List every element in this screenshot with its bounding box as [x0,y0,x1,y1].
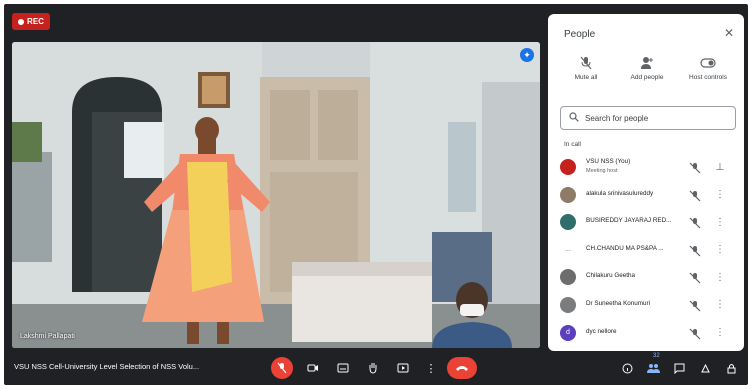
list-item[interactable]: Dr Suneetha Konumuri ⋮ [548,292,744,320]
participant-name: alakula srinivasulureddy [586,189,654,197]
recording-label: REC [27,17,44,26]
add-person-icon [639,56,655,70]
host-controls-button[interactable]: Host controls [678,56,738,96]
list-item[interactable]: ... CH.CHANDU MA PS&PA ... ⋮ [548,237,744,265]
lock-icon [727,363,735,373]
mute-all-button[interactable]: Mute all [556,56,616,96]
list-item[interactable]: Chilakuru Geetha ⋮ [548,264,744,292]
search-placeholder: Search for people [585,113,649,123]
toggle-icon [700,56,716,70]
avatar [560,186,576,203]
activities-button[interactable] [694,357,716,379]
mic-off-icon [578,56,594,70]
people-panel: People ✕ Mute all Add people Host contro… [548,14,744,351]
people-icon [646,363,660,373]
participant-name: VSU NSS (You) [586,158,631,165]
participant-name-label: Lakshmi Pallapati [20,333,75,340]
mic-off-icon[interactable] [689,244,701,257]
mic-off-icon[interactable] [689,327,701,339]
main-video-tile[interactable]: ✦ Lakshmi Pallapati [12,42,540,348]
mic-toggle-button[interactable] [271,357,293,379]
mute-all-label: Mute all [574,74,598,81]
chat-button[interactable] [668,357,690,379]
more-options-icon[interactable]: ⋮ [714,244,726,256]
video-camera-icon [307,364,318,372]
more-options-icon[interactable]: ⋮ [714,189,726,201]
avatar [560,159,576,175]
participant-name: Chilakuru Geetha [586,272,636,280]
add-people-button[interactable]: Add people [617,56,677,96]
more-options-icon[interactable]: ⋮ [714,327,726,339]
participant-role: Meeting host [586,168,618,174]
info-icon [622,363,632,373]
pin-participant-icon[interactable]: ⊥ [714,161,726,173]
host-controls-label: Host controls [689,74,727,81]
mic-off-icon[interactable] [689,299,701,312]
participant-name: dyc nellore [586,327,617,335]
more-options-icon[interactable]: ⋮ [714,271,726,283]
meeting-title: VSU NSS Cell-University Level Selection … [14,362,200,371]
participant-name: Dr Suneetha Konumuri [586,299,651,307]
captions-button[interactable] [332,357,354,379]
mic-off-icon[interactable] [689,161,701,174]
pin-icon[interactable]: ✦ [520,48,534,62]
avatar: d [560,324,576,341]
list-item[interactable]: alakula srinivasulureddy ⋮ [548,182,744,210]
host-controls-bar-button[interactable] [720,357,742,379]
participant-name: BUSIREDDY JAYARAJ RED... [586,217,672,225]
video-frame [12,42,540,348]
present-screen-icon [397,363,409,373]
captions-icon [337,363,349,373]
avatar: ... [560,241,576,258]
participant-name: CH.CHANDU MA PS&PA ... [586,244,664,252]
list-item[interactable]: VSU NSS (You) Meeting host ⊥ [548,154,744,182]
camera-toggle-button[interactable] [302,357,324,379]
close-icon[interactable]: ✕ [722,26,736,40]
mic-off-icon[interactable] [689,189,701,202]
avatar [560,296,576,313]
search-people-field[interactable]: Search for people [560,106,736,130]
meet-window: REC ✦ Lakshmi Pallapati People ✕ Mute al… [4,4,748,385]
present-button[interactable] [392,357,414,379]
avatar [560,269,576,286]
panel-title: People [564,29,596,40]
mic-off-icon[interactable] [689,216,701,229]
more-options-icon[interactable]: ⋮ [714,299,726,311]
mic-off-icon[interactable] [689,271,701,284]
people-button[interactable] [642,357,664,379]
avatar [560,214,576,231]
leave-call-button[interactable] [447,357,477,379]
activities-icon [700,363,710,372]
list-item[interactable]: BUSIREDDY JAYARAJ RED... ⋮ [548,209,744,237]
meeting-details-button[interactable] [616,357,638,379]
panel-actions: Mute all Add people Host controls [556,56,738,96]
search-icon [569,109,579,127]
participant-list: VSU NSS (You) Meeting host ⊥ alakula sri… [548,154,744,347]
list-item[interactable]: d dyc nellore ⋮ [548,320,744,348]
in-call-label: In call [564,141,581,148]
end-call-icon [456,366,468,371]
add-people-label: Add people [630,74,664,81]
record-dot-icon [18,18,25,25]
mic-off-icon [277,362,287,374]
recording-badge: REC [12,13,50,30]
hand-icon [369,363,377,374]
more-options-icon[interactable]: ⋮ [420,357,442,379]
raise-hand-button[interactable] [362,357,384,379]
chat-icon [674,363,684,374]
more-options-icon[interactable]: ⋮ [714,216,726,228]
